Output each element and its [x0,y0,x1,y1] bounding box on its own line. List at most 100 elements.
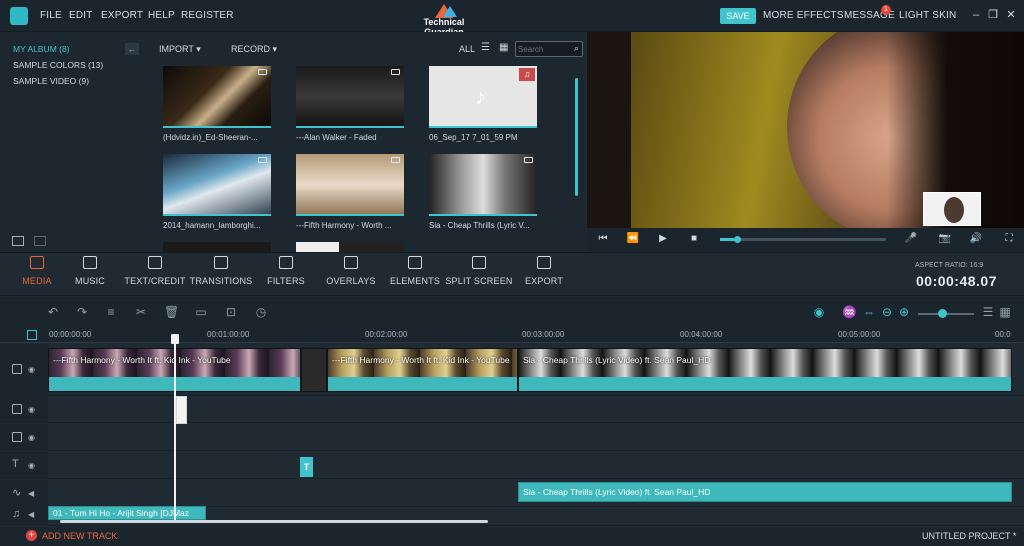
record-dropdown[interactable]: RECORD ▾ [231,44,277,55]
pip-overlay[interactable] [923,192,981,226]
snapshot-frame-icon[interactable]: ⊡ [224,305,238,319]
grid-view-icon[interactable]: ▦ [499,42,508,53]
ruler-tick: 00:05:00:00 [838,330,881,339]
grid-icon[interactable]: ▦ [998,305,1012,319]
zoom-in-icon[interactable]: ⊕ [897,305,911,319]
tab-music[interactable]: MUSIC [55,256,125,286]
visibility-eye-icon[interactable]: ◉ [28,405,35,414]
visibility-eye-icon[interactable]: ◉ [28,433,35,442]
audio-mixer-icon[interactable]: ♒ [842,305,857,319]
video-camera-icon [391,69,400,75]
visibility-eye-icon[interactable]: ◉ [28,461,35,470]
pip-clip[interactable] [176,396,187,424]
delete-icon[interactable]: 🗑 [164,305,179,319]
crop-icon[interactable]: ▭ [194,305,208,319]
zoom-slider-handle[interactable] [938,309,947,318]
add-track-icon[interactable]: + [26,530,37,541]
media-thumbnail[interactable] [429,154,537,216]
volume-icon[interactable]: ◀ [28,489,34,498]
media-thumbnail[interactable] [163,66,271,128]
seek-handle[interactable] [734,236,741,243]
light-skin-button[interactable]: LIGHT SKIN [899,10,956,21]
track-header: ◉ [0,396,48,423]
media-thumbnail[interactable] [296,154,404,216]
menu-help[interactable]: HELP [148,10,175,21]
filter-all[interactable]: ALL [459,44,475,54]
search-icon[interactable]: ⌕ [574,43,579,54]
tab-split-screen[interactable]: SPLIT SCREEN [444,256,514,286]
text-clip[interactable]: T [300,457,313,477]
media-thumbnail[interactable] [296,242,404,252]
microphone-icon[interactable]: 🎤 [904,233,918,244]
tab-text-credit[interactable]: TEXT/CREDIT [120,256,190,286]
import-dropdown[interactable]: IMPORT ▾ [159,44,201,55]
tab-transitions[interactable]: TRANSITIONS [186,256,256,286]
stop-icon[interactable]: ■ [687,233,701,244]
cut-icon[interactable]: ✂ [134,305,148,319]
menu-edit[interactable]: EDIT [69,10,93,21]
menu-export[interactable]: EXPORT [101,10,143,21]
add-new-track-button[interactable]: ADD NEW TRACK [42,531,117,541]
timeline-scrollbar[interactable] [60,520,488,523]
visibility-eye-icon[interactable]: ◉ [28,365,35,374]
undo-icon[interactable]: ↶ [46,305,60,319]
video-clip[interactable]: ---Fifth Harmony - Worth It ft. Kid Ink … [327,348,518,392]
tab-filters[interactable]: FILTERS [251,256,321,286]
tab-elements[interactable]: ELEMENTS [380,256,450,286]
fit-timeline-icon[interactable]: ⇔ [862,305,876,319]
tab-export[interactable]: EXPORT [509,256,579,286]
render-play-icon[interactable]: ◉ [812,305,826,319]
minimize-icon[interactable]: – [970,9,982,21]
video-clip[interactable]: Sia - Cheap Thrills (Lyric Video) ft. Se… [518,348,1012,392]
video-clip[interactable] [301,348,327,392]
volume-icon[interactable]: ◀ [28,510,34,519]
redo-icon[interactable]: ↷ [75,305,89,319]
delete-folder-icon[interactable] [34,236,46,246]
close-icon[interactable]: ✕ [1005,9,1017,21]
duration-clock-icon[interactable]: ◷ [254,305,268,319]
audio-clip[interactable]: Sia - Cheap Thrills (Lyric Video) ft. Se… [518,482,1012,502]
menu-file[interactable]: FILE [40,10,62,21]
fullscreen-icon[interactable]: ⛶ [1002,233,1016,244]
adjust-icon[interactable]: ≡ [104,305,118,319]
clip-title: Sia - Cheap Thrills (Lyric Video) ft. Se… [523,355,711,365]
snap-icon[interactable] [27,330,37,340]
search-input[interactable] [518,43,568,55]
save-button[interactable]: SAVE [720,8,756,24]
music-clip[interactable]: 01 - Tum Hi Ho - Arijit Singh [DJMaz [48,506,206,520]
playhead-handle[interactable] [171,334,179,344]
search-box[interactable]: ⌕ [515,41,583,57]
media-thumbnail[interactable] [163,242,271,252]
collapse-arrow-icon[interactable]: ← [125,43,139,55]
media-thumbnail[interactable] [296,66,404,128]
zoom-out-icon[interactable]: ⊖ [880,305,894,319]
skip-back-icon[interactable]: ⏮ [596,233,610,244]
library-scrollbar[interactable] [575,78,578,196]
more-effects-button[interactable]: MORE EFFECTS [763,10,844,21]
menu-register[interactable]: REGISTER [181,10,234,21]
snapshot-icon[interactable]: 📷 [938,233,952,244]
album-item-my-album[interactable]: MY ALBUM (8) [13,44,70,54]
preview-seek-slider[interactable] [720,236,886,243]
media-label: ---Alan Walker - Faded [296,133,377,142]
video-camera-icon [258,157,267,163]
media-thumbnail[interactable] [163,154,271,216]
list-icon[interactable]: ☰ [981,305,995,319]
maximize-icon[interactable]: ❐ [987,9,999,21]
play-icon[interactable]: ▶ [656,233,670,244]
playhead[interactable] [174,336,176,520]
media-thumbnail[interactable]: ♪ ♫ [429,66,537,128]
clip-waveform [328,377,517,391]
tab-overlays[interactable]: OVERLAYS [316,256,386,286]
step-back-icon[interactable]: ⏪ [626,233,640,244]
add-folder-icon[interactable] [12,236,24,246]
volume-icon[interactable]: 🔊 [969,233,983,244]
album-item-sample-video[interactable]: SAMPLE VIDEO (9) [13,76,89,86]
audio-wave-icon: ∿ [12,487,22,499]
pip-track-icon [12,404,22,414]
preview-player[interactable] [587,32,1024,228]
album-item-sample-colors[interactable]: SAMPLE COLORS (13) [13,60,103,70]
ruler-tick: 00:01:00:00 [207,330,250,339]
track-header: ◉ [0,424,48,451]
list-view-icon[interactable]: ☰ [481,42,490,53]
